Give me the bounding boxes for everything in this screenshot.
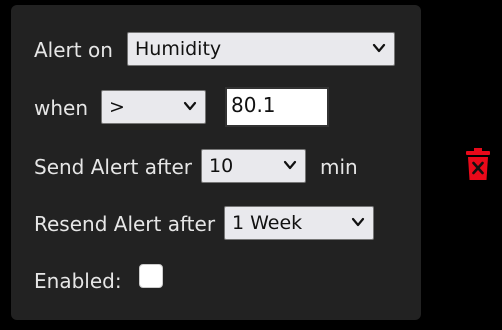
send-alert-after-label: Send Alert after [34, 155, 193, 179]
chevron-down-icon [351, 217, 365, 227]
trash-icon [466, 148, 490, 180]
chevron-down-icon [283, 160, 297, 170]
alert-on-value: Humidity [135, 38, 222, 60]
resend-alert-after-value: 1 Week [232, 212, 303, 234]
resend-alert-after-select[interactable]: 1 Week [224, 206, 374, 240]
resend-alert-after-label: Resend Alert after [34, 212, 216, 236]
send-alert-after-value: 10 [209, 155, 234, 177]
operator-select[interactable]: > [101, 90, 206, 124]
chevron-down-icon [372, 43, 386, 53]
enabled-label: Enabled: [34, 269, 122, 293]
chevron-down-icon [183, 101, 197, 111]
send-alert-after-select[interactable]: 10 [201, 149, 306, 183]
when-label: when [34, 96, 89, 120]
threshold-input[interactable]: 80.1 [225, 87, 329, 127]
send-alert-unit: min [320, 155, 358, 179]
alert-on-label: Alert on [34, 38, 113, 62]
delete-alert-button[interactable] [464, 147, 492, 181]
alert-on-select[interactable]: Humidity [127, 32, 395, 66]
threshold-value: 80.1 [231, 93, 276, 117]
operator-value: > [109, 96, 125, 118]
enabled-checkbox[interactable] [139, 264, 163, 288]
